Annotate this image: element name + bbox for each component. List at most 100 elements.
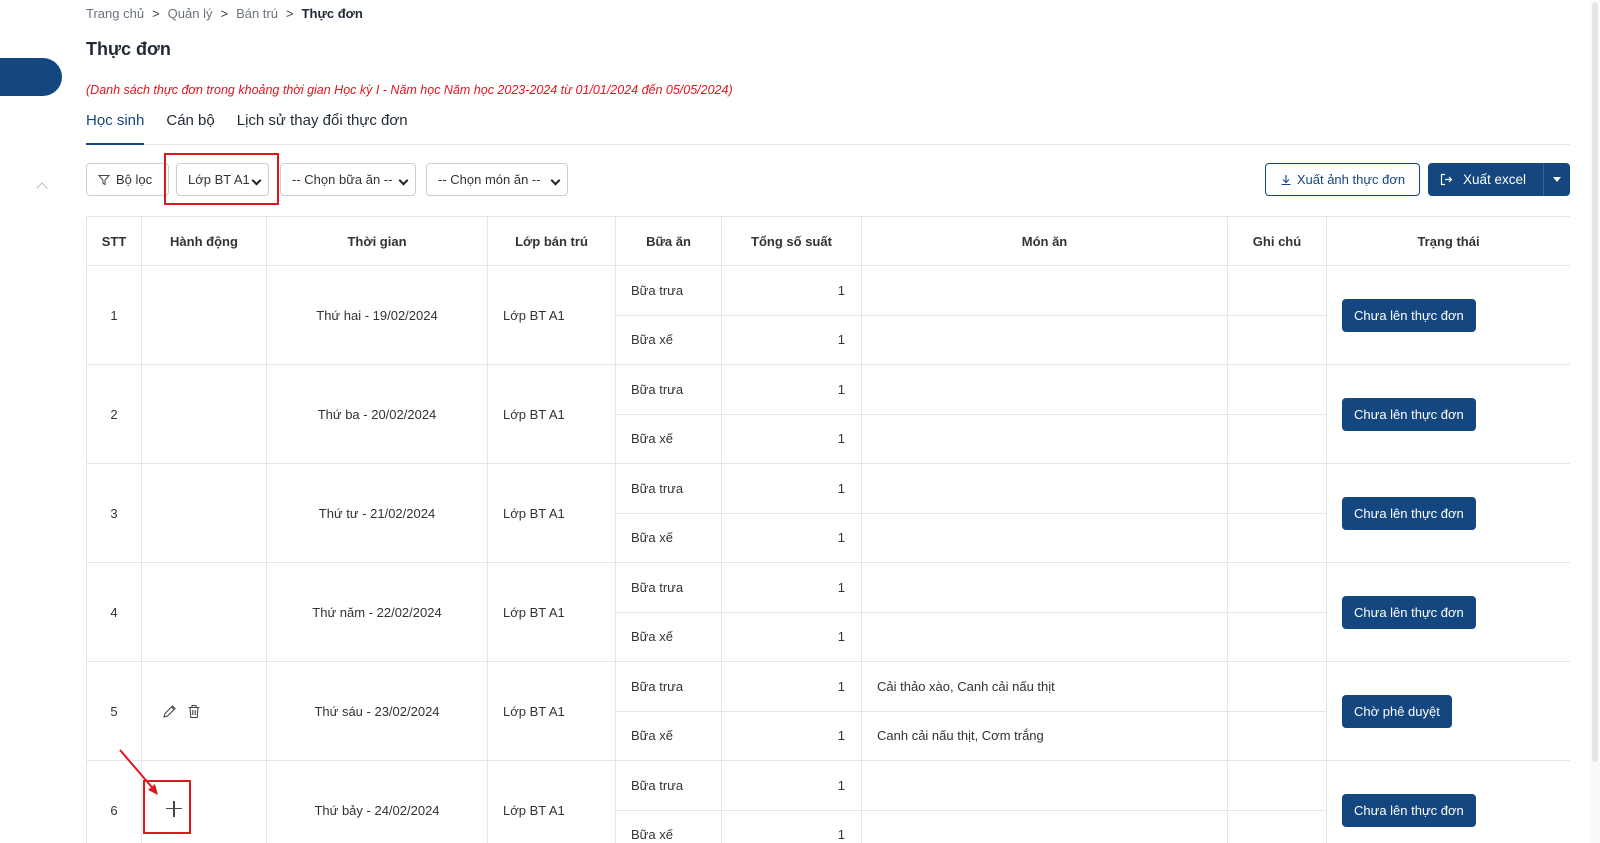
trash-icon[interactable] — [187, 704, 201, 719]
export-excel-main[interactable]: Xuất excel — [1428, 163, 1544, 196]
sidebar-collapse-caret-icon[interactable] — [36, 182, 48, 194]
cell-qty: 1 — [721, 314, 862, 365]
cell-status: Chờ phê duyệt — [1326, 661, 1570, 761]
header-time: Thời gian — [266, 216, 488, 266]
breadcrumb-separator: > — [220, 6, 229, 21]
cell-actions — [141, 265, 267, 365]
export-icon — [1440, 173, 1453, 186]
cell-dish — [861, 364, 1228, 415]
breadcrumb-separator: > — [152, 6, 160, 21]
chevron-down-icon — [398, 175, 409, 186]
cell-date: Thứ bảy - 24/02/2024 — [266, 760, 488, 843]
filter-button[interactable]: Bộ lọc — [86, 163, 169, 196]
table-row: 4 Thứ năm - 22/02/2024 Lớp BT A1 Bữa trư… — [86, 562, 1570, 662]
header-status: Trạng thái — [1326, 216, 1570, 266]
breadcrumb-separator: > — [285, 6, 294, 21]
cell-dish: Cải thảo xào, Canh cải nấu thịt — [861, 661, 1228, 712]
cell-dish — [861, 809, 1228, 843]
cell-meal: Bữa trưa — [615, 760, 722, 811]
table-row: 2 Thứ ba - 20/02/2024 Lớp BT A1 Bữa trưa… — [86, 364, 1570, 464]
status-badge[interactable]: Chưa lên thực đơn — [1342, 298, 1476, 332]
download-icon — [1281, 174, 1291, 185]
export-excel-button[interactable]: Xuất excel — [1428, 163, 1570, 196]
cell-dish — [861, 463, 1228, 514]
cell-note — [1227, 463, 1327, 514]
cell-meal: Bữa trưa — [615, 562, 722, 613]
cell-note — [1227, 809, 1327, 843]
cell-date: Thứ ba - 20/02/2024 — [266, 364, 488, 464]
cell-dish — [861, 760, 1228, 811]
table-row: 3 Thứ tư - 21/02/2024 Lớp BT A1 Bữa trưa… — [86, 463, 1570, 563]
status-badge[interactable]: Chưa lên thực đơn — [1342, 397, 1476, 431]
export-excel-dropdown-toggle[interactable] — [1544, 177, 1570, 182]
cell-actions — [141, 364, 267, 464]
menu-table-container: STT Hành động Thời gian Lớp bán trú Bữa … — [86, 216, 1570, 843]
cell-meal: Bữa xế — [615, 512, 722, 563]
cell-class: Lớp BT A1 — [487, 463, 616, 563]
cell-note — [1227, 512, 1327, 563]
cell-date: Thứ hai - 19/02/2024 — [266, 265, 488, 365]
cell-class: Lớp BT A1 — [487, 364, 616, 464]
page-scrollbar[interactable] — [1590, 0, 1600, 843]
header-dish: Món ăn — [861, 216, 1228, 266]
breadcrumb: Trang chủ > Quản lý > Bán trú > Thực đơn — [86, 6, 363, 21]
highlight-class-select-box — [164, 153, 279, 205]
dish-select-value: -- Chọn món ăn -- — [438, 172, 541, 187]
menu-table: STT Hành động Thời gian Lớp bán trú Bữa … — [86, 216, 1570, 843]
breadcrumb-home[interactable]: Trang chủ — [86, 6, 144, 21]
cell-meal: Bữa xế — [615, 314, 722, 365]
cell-stt: 5 — [86, 661, 142, 761]
cell-note — [1227, 364, 1327, 415]
cell-note — [1227, 760, 1327, 811]
header-meal: Bữa ăn — [615, 216, 722, 266]
status-badge[interactable]: Chưa lên thực đơn — [1342, 595, 1476, 629]
header-stt: STT — [86, 216, 142, 266]
cell-class: Lớp BT A1 — [487, 661, 616, 761]
header-note: Ghi chú — [1227, 216, 1327, 266]
cell-qty: 1 — [721, 562, 862, 613]
meal-select[interactable]: -- Chọn bữa ăn -- — [280, 163, 416, 196]
status-badge[interactable]: Chờ phê duyệt — [1342, 694, 1452, 728]
cell-date: Thứ năm - 22/02/2024 — [266, 562, 488, 662]
table-row: 5 Thứ sáu - 23/02/2024 Lớp BT A1 Bữa trư… — [86, 661, 1570, 761]
cell-qty: 1 — [721, 364, 862, 415]
tab-students[interactable]: Học sinh — [86, 112, 145, 145]
table-header-row: STT Hành động Thời gian Lớp bán trú Bữa … — [86, 216, 1570, 266]
cell-stt: 3 — [86, 463, 142, 563]
cell-note — [1227, 710, 1327, 761]
cell-actions — [141, 661, 267, 761]
status-badge[interactable]: Chưa lên thực đơn — [1342, 496, 1476, 530]
cell-meal: Bữa xế — [615, 809, 722, 843]
filter-icon — [98, 174, 110, 185]
annotation-arrow-icon — [119, 749, 158, 795]
caret-down-icon — [1553, 177, 1561, 182]
export-menu-image-button[interactable]: Xuất ảnh thực đơn — [1265, 163, 1420, 196]
cell-note — [1227, 265, 1327, 316]
breadcrumb-current: Thực đơn — [301, 6, 363, 21]
cell-status: Chưa lên thực đơn — [1326, 463, 1570, 563]
cell-meal: Bữa trưa — [615, 463, 722, 514]
cell-qty: 1 — [721, 413, 862, 464]
cell-qty: 1 — [721, 710, 862, 761]
cell-class: Lớp BT A1 — [487, 562, 616, 662]
cell-note — [1227, 413, 1327, 464]
toolbar: Bộ lọc Lớp BT A1 -- Chọn bữa ăn -- -- Ch… — [86, 163, 1570, 196]
breadcrumb-manage[interactable]: Quản lý — [168, 6, 213, 21]
page-subtitle: (Danh sách thực đơn trong khoảng thời gi… — [86, 83, 733, 97]
chevron-down-icon — [550, 175, 561, 186]
breadcrumb-boarding[interactable]: Bán trú — [236, 6, 278, 21]
tab-staff[interactable]: Cán bộ — [166, 112, 214, 145]
scrollbar-thumb[interactable] — [1592, 2, 1598, 762]
meal-select-value: -- Chọn bữa ăn -- — [292, 172, 393, 187]
cell-class: Lớp BT A1 — [487, 760, 616, 843]
cell-dish — [861, 512, 1228, 563]
pencil-icon[interactable] — [162, 704, 177, 719]
cell-dish — [861, 413, 1228, 464]
cell-note — [1227, 562, 1327, 613]
cell-stt: 2 — [86, 364, 142, 464]
sidebar-active-pill[interactable] — [0, 58, 62, 96]
tab-menu-history[interactable]: Lịch sử thay đổi thực đơn — [237, 112, 408, 145]
status-badge[interactable]: Chưa lên thực đơn — [1342, 793, 1476, 827]
dish-select[interactable]: -- Chọn món ăn -- — [426, 163, 568, 196]
cell-qty: 1 — [721, 265, 862, 316]
